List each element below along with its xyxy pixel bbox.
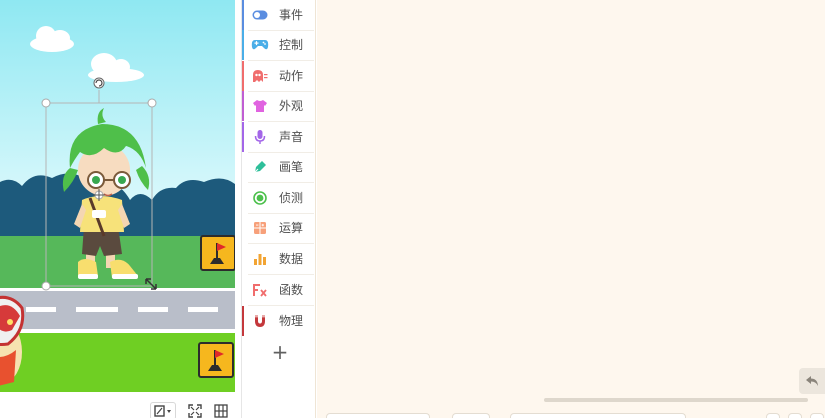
category-label: 数据	[279, 252, 304, 266]
category-label: 动作	[279, 69, 304, 83]
category-color-mark	[242, 183, 244, 213]
category-label: 运算	[279, 221, 304, 235]
category-color-mark	[242, 306, 244, 336]
screen-mode-button[interactable]	[150, 402, 176, 418]
category-pen[interactable]: 画笔	[242, 152, 317, 182]
category-control[interactable]: 控制	[242, 30, 317, 60]
flag-sprite[interactable]	[198, 342, 234, 378]
category-color-mark	[242, 91, 244, 121]
category-color-mark	[242, 275, 244, 305]
toggle-icon	[251, 7, 269, 23]
category-color-mark	[242, 152, 244, 182]
category-looks[interactable]: 外观	[242, 91, 317, 121]
undo-icon	[806, 376, 818, 386]
category-label: 外观	[279, 99, 304, 113]
workspace-bottom-tab[interactable]	[510, 413, 686, 418]
bar-chart-icon	[251, 251, 269, 267]
category-color-mark	[242, 61, 244, 91]
zoom-reset-button[interactable]	[788, 413, 802, 418]
rotate-handle-icon[interactable]	[93, 77, 105, 89]
category-label: 物理	[279, 314, 304, 328]
category-color-mark	[242, 30, 244, 60]
category-sensing[interactable]: 侦测	[242, 183, 317, 213]
fullscreen-button[interactable]	[185, 403, 205, 418]
zoom-out-button[interactable]	[766, 413, 780, 418]
zoom-in-button[interactable]	[810, 413, 824, 418]
fullscreen-icon	[188, 404, 202, 418]
category-label: 声音	[279, 130, 304, 144]
screen-mode-icon	[154, 405, 171, 417]
category-label: 画笔	[279, 160, 304, 174]
workspace-bottom-tab[interactable]	[452, 413, 490, 418]
category-data[interactable]: 数据	[242, 244, 317, 274]
category-label: 函数	[279, 283, 304, 297]
undo-button[interactable]	[799, 368, 825, 394]
flag-sprite[interactable]	[200, 235, 235, 271]
category-label: 事件	[279, 8, 304, 22]
category-sound[interactable]: 声音	[242, 122, 317, 152]
grid-toggle-button[interactable]	[211, 403, 231, 418]
category-color-mark	[242, 122, 244, 152]
script-workspace[interactable]	[317, 0, 825, 418]
stage-scene	[0, 0, 235, 392]
category-label: 控制	[279, 38, 304, 52]
stage-toolbar	[0, 392, 242, 418]
category-events[interactable]: 事件	[242, 0, 317, 30]
category-motion[interactable]: 动作	[242, 61, 317, 91]
radar-icon	[251, 190, 269, 206]
shirt-icon	[251, 98, 269, 114]
workspace-horizontal-scrollbar[interactable]	[544, 398, 808, 402]
microphone-icon	[251, 129, 269, 145]
magnet-icon	[251, 313, 269, 329]
add-extension-button[interactable]: +	[271, 341, 289, 363]
stage-canvas[interactable]	[0, 0, 235, 392]
gamepad-icon	[251, 37, 269, 53]
category-physics[interactable]: 物理	[242, 306, 317, 336]
category-operators[interactable]: 运算	[242, 213, 317, 243]
category-color-mark	[242, 213, 244, 243]
category-label: 侦测	[279, 191, 304, 205]
ghost-icon	[251, 68, 269, 84]
workspace-bottom-tab[interactable]	[326, 413, 430, 418]
grid-icon	[214, 404, 228, 418]
function-icon	[251, 282, 269, 298]
calculator-icon	[251, 220, 269, 236]
category-color-mark	[242, 0, 244, 30]
category-functions[interactable]: 函数	[242, 275, 317, 305]
pen-icon	[251, 159, 269, 175]
category-color-mark	[242, 244, 244, 274]
